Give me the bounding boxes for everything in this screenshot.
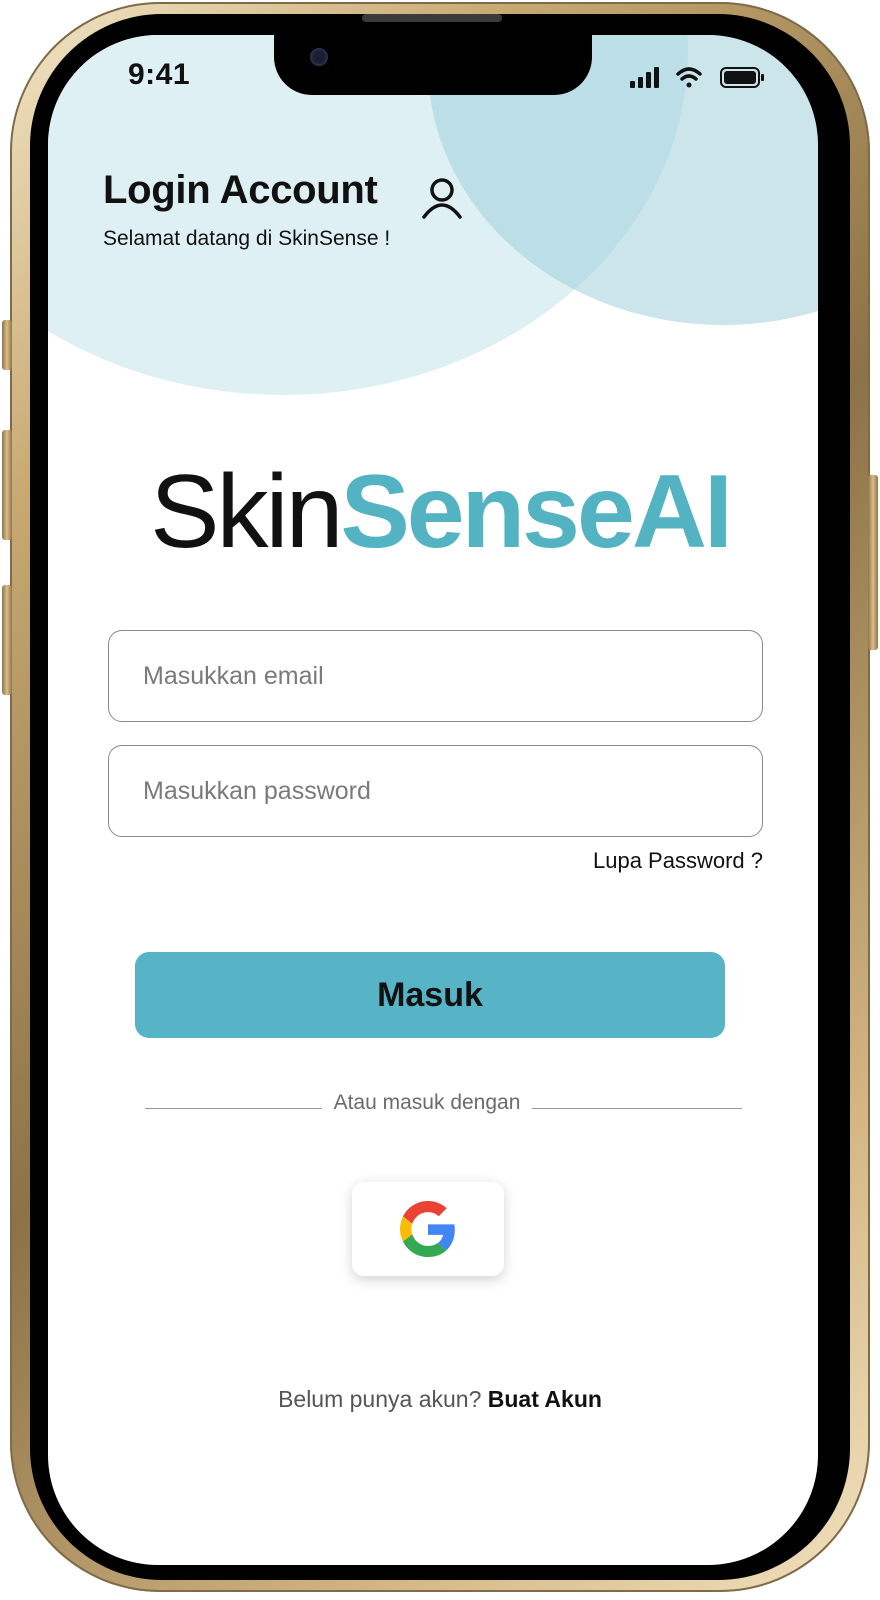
volume-down-button	[2, 585, 12, 695]
wifi-icon	[676, 67, 702, 88]
divider-text: Atau masuk dengan	[333, 1091, 521, 1114]
login-button[interactable]: Masuk	[135, 952, 725, 1038]
divider-line-left	[145, 1108, 322, 1109]
email-input[interactable]	[108, 630, 763, 722]
divider-line-right	[532, 1108, 742, 1109]
speaker	[362, 14, 502, 22]
google-login-button[interactable]	[352, 1182, 504, 1276]
user-icon[interactable]	[418, 175, 466, 221]
status-time: 9:41	[128, 58, 191, 91]
signup-prompt-text: Belum punya akun?	[278, 1386, 482, 1412]
create-account-link[interactable]: Buat Akun	[488, 1386, 602, 1412]
app-logo: SkinSenseAI	[0, 452, 880, 572]
logo-part-senseai: SenseAI	[340, 454, 732, 570]
page-title: Login Account	[103, 168, 378, 212]
forgot-password-link[interactable]: Lupa Password ?	[593, 848, 763, 874]
battery-icon	[720, 67, 764, 88]
logo-part-skin: Skin	[150, 454, 343, 570]
signup-prompt: Belum punya akun? Buat Akun	[0, 1386, 880, 1413]
google-icon	[400, 1201, 455, 1257]
page-subtitle: Selamat datang di SkinSense !	[103, 227, 391, 250]
signal-icon	[630, 67, 659, 88]
status-icons	[628, 64, 768, 92]
mute-switch	[2, 320, 12, 370]
front-camera	[310, 48, 328, 66]
password-input[interactable]	[108, 745, 763, 837]
